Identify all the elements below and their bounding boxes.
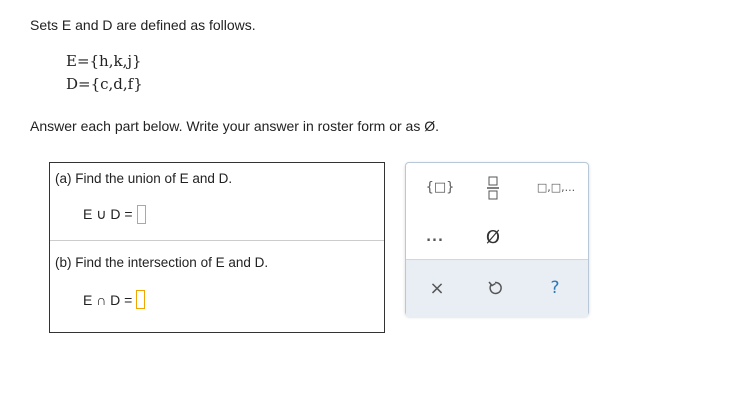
part-a-expression: E ∪ D = bbox=[83, 206, 133, 222]
part-a-label: (a) Find the union of E and D. bbox=[55, 171, 233, 186]
ellipsis-icon: ... bbox=[426, 229, 444, 245]
part-a-answer-input[interactable] bbox=[136, 205, 146, 224]
part-b-answer-input[interactable] bbox=[136, 290, 146, 309]
part-a-answer-line: E ∪ D = bbox=[83, 205, 146, 224]
list-button[interactable]: □,□,... bbox=[534, 175, 578, 199]
part-b-label: (b) Find the intersection of E and D. bbox=[55, 255, 269, 270]
close-icon: × bbox=[429, 277, 445, 299]
undo-icon bbox=[488, 281, 502, 295]
set-braces-button[interactable]: {□} bbox=[420, 175, 460, 199]
help-button[interactable]: ? bbox=[542, 275, 568, 301]
instruction-text: Answer each part below. Write your answe… bbox=[30, 118, 440, 134]
math-toolbar: {□} □,□,... ... Ø × ? bbox=[405, 162, 589, 318]
fraction-icon bbox=[487, 176, 499, 200]
undo-button[interactable] bbox=[482, 275, 508, 301]
help-icon: ? bbox=[550, 278, 560, 298]
part-divider bbox=[50, 240, 384, 241]
clear-button[interactable]: × bbox=[424, 275, 450, 301]
fraction-button[interactable] bbox=[478, 173, 508, 203]
question-panel: (a) Find the union of E and D. E ∪ D = (… bbox=[49, 162, 385, 333]
part-b-expression: E ∩ D = bbox=[83, 291, 133, 308]
empty-set-button[interactable]: Ø bbox=[478, 223, 508, 251]
set-e-definition: E={h,k,j} bbox=[66, 52, 142, 70]
ellipsis-button[interactable]: ... bbox=[420, 225, 450, 249]
empty-set-icon: Ø bbox=[485, 226, 501, 248]
set-d-definition: D={c,d,f} bbox=[66, 75, 143, 93]
list-icon: □,□,... bbox=[536, 180, 576, 194]
set-braces-icon: {□} bbox=[425, 179, 455, 195]
part-b-answer-line: E ∩ D = bbox=[83, 290, 146, 309]
intro-text: Sets E and D are defined as follows. bbox=[30, 17, 256, 33]
